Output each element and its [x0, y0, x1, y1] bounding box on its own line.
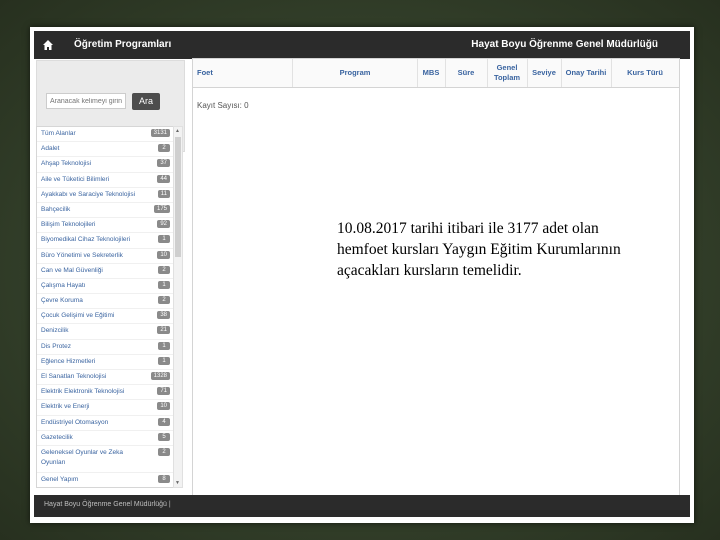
column-header-genel-toplam[interactable]: Genel Toplam: [487, 59, 528, 87]
search-input[interactable]: [46, 93, 126, 109]
category-item[interactable]: Elektrik Elektronik Teknolojisi 71: [37, 385, 173, 401]
category-label: Endüstriyel Otomasyon: [41, 418, 109, 426]
nav-title[interactable]: Öğretim Programları: [74, 39, 171, 50]
category-item[interactable]: Denizcilik 21: [37, 324, 173, 340]
column-header-kurs-turu[interactable]: Kurs Türü: [611, 59, 679, 87]
category-count-badge: 3131: [150, 129, 170, 137]
category-item[interactable]: Çocuk Gelişimi ve Eğitimi 38: [37, 309, 173, 325]
category-label: Eğlence Hizmetleri: [41, 357, 96, 365]
category-item[interactable]: Genel Yapım 8: [37, 473, 173, 487]
category-label: El Sanatları Teknolojisi: [41, 373, 107, 380]
category-count-badge: 5: [158, 432, 170, 441]
scroll-up-arrow-icon[interactable]: ▲: [175, 128, 180, 134]
category-list: Tüm Alanlar 3131 Adalet 2 Ahşap Teknolojisi 3…: [36, 126, 174, 488]
category-count-badge: 38: [157, 311, 170, 320]
category-count-badge: 44: [157, 174, 170, 183]
category-scrollbar[interactable]: ▲ ▼: [173, 126, 183, 488]
category-count-badge: 2: [158, 144, 170, 153]
column-header-onay-tarihi[interactable]: Onay Tarihi: [561, 59, 612, 87]
category-item[interactable]: Büro Yönetimi ve Sekreterlik 10: [37, 249, 173, 264]
category-label: Geleneksel Oyunlar ve Zeka Oyunları: [41, 448, 124, 466]
category-item[interactable]: Eğlence Hizmetleri 1: [37, 355, 173, 370]
category-count-badge: 1328: [150, 372, 170, 380]
category-label: Can ve Mal Güvenliği: [41, 266, 103, 274]
column-header-foet[interactable]: Foet: [193, 59, 293, 87]
category-item[interactable]: Can ve Mal Güvenliği 2: [37, 264, 173, 279]
category-label: Bahçecilik: [41, 205, 71, 213]
column-header-sure[interactable]: Süre: [445, 59, 488, 87]
column-header-seviye[interactable]: Seviye: [527, 59, 562, 87]
category-item[interactable]: Biyomedikal Cihaz Teknolojileri 1: [37, 233, 173, 249]
category-label: Adalet: [41, 145, 60, 153]
category-count-badge: 92: [157, 220, 170, 229]
category-item[interactable]: Bilişim Teknolojileri 92: [37, 218, 173, 234]
column-header-mbs[interactable]: MBS: [417, 59, 446, 87]
category-label: Aile ve Tüketici Bilimleri: [41, 175, 110, 183]
category-count-badge: 1: [158, 341, 170, 350]
scroll-thumb[interactable]: [175, 137, 181, 257]
category-count-badge: 10: [157, 250, 170, 259]
category-label: Dis Protez: [41, 342, 71, 350]
category-label: Elektrik Elektronik Teknolojisi: [41, 388, 125, 396]
category-count-badge: 2: [158, 447, 170, 456]
category-label: Çalışma Hayatı: [41, 281, 86, 289]
category-count-badge: 4: [158, 417, 170, 426]
category-item[interactable]: Gazetecilik 5: [37, 431, 173, 446]
record-count: Kayıt Sayısı: 0: [197, 101, 249, 110]
category-label: Gazetecilik: [41, 433, 73, 441]
category-item[interactable]: Çevre Koruma 2: [37, 294, 173, 310]
category-label: Bilişim Teknolojileri: [41, 221, 96, 229]
scroll-down-arrow-icon[interactable]: ▼: [175, 480, 180, 486]
category-count-badge: 21: [157, 326, 170, 335]
category-label: Çevre Koruma: [41, 297, 83, 305]
category-item[interactable]: Çalışma Hayatı 1: [37, 279, 173, 295]
category-item[interactable]: Ayakkabı ve Saraciye Teknolojisi 11: [37, 188, 173, 203]
category-item[interactable]: Endüstriyel Otomasyon 4: [37, 416, 173, 431]
category-item[interactable]: Tüm Alanlar 3131: [37, 127, 173, 143]
category-count-badge: 37: [157, 159, 170, 168]
home-icon[interactable]: [42, 39, 54, 51]
nav-org-title[interactable]: Hayat Boyu Öğrenme Genel Müdürlüğü: [471, 39, 658, 50]
category-item[interactable]: Geleneksel Oyunlar ve Zeka Oyunları 2: [37, 446, 173, 473]
category-item[interactable]: Bahçecilik 175: [37, 203, 173, 219]
category-count-badge: 1: [158, 356, 170, 365]
category-item[interactable]: El Sanatları Teknolojisi 1328: [37, 370, 173, 386]
category-item[interactable]: Elektrik ve Enerji 10: [37, 400, 173, 416]
footer-text: Hayat Boyu Öğrenme Genel Müdürlüğü |: [44, 501, 171, 508]
column-header-program[interactable]: Program: [293, 59, 418, 87]
slide-caption: 10.08.2017 tarihi itibari ile 3177 adet …: [337, 220, 621, 279]
search-button[interactable]: Ara: [132, 93, 160, 110]
category-count-badge: 175: [153, 204, 170, 213]
category-count-badge: 2: [158, 296, 170, 305]
category-count-badge: 71: [157, 387, 170, 396]
category-count-badge: 2: [158, 265, 170, 274]
category-item[interactable]: Ahşap Teknolojisi 37: [37, 157, 173, 173]
category-count-badge: 10: [157, 402, 170, 411]
category-label: Ahşap Teknolojisi: [41, 160, 92, 168]
footer-bar: Hayat Boyu Öğrenme Genel Müdürlüğü |: [34, 495, 690, 517]
category-label: Çocuk Gelişimi ve Eğitimi: [41, 312, 115, 320]
top-navbar: Öğretim Programları Hayat Boyu Öğrenme G…: [34, 31, 690, 59]
results-panel: Foet Program MBS Süre Genel Toplam Seviy…: [192, 58, 680, 512]
category-count-badge: 8: [158, 474, 170, 483]
category-label: Ayakkabı ve Saraciye Teknolojisi: [41, 190, 136, 198]
category-item[interactable]: Aile ve Tüketici Bilimleri 44: [37, 173, 173, 188]
table-header: Foet Program MBS Süre Genel Toplam Seviy…: [193, 59, 679, 88]
category-count-badge: 11: [157, 189, 170, 198]
category-label: Büro Yönetimi ve Sekreterlik: [41, 251, 123, 259]
category-label: Elektrik ve Enerji: [41, 403, 90, 411]
category-label: Tüm Alanlar: [41, 130, 76, 137]
category-item[interactable]: Dis Protez 1: [37, 340, 173, 355]
category-label: Genel Yapım: [41, 475, 79, 483]
category-label: Denizcilik: [41, 327, 69, 335]
category-count-badge: 1: [158, 235, 170, 244]
category-label: Biyomedikal Cihaz Teknolojileri: [41, 236, 131, 244]
category-item[interactable]: Adalet 2: [37, 142, 173, 158]
category-count-badge: 1: [158, 280, 170, 289]
